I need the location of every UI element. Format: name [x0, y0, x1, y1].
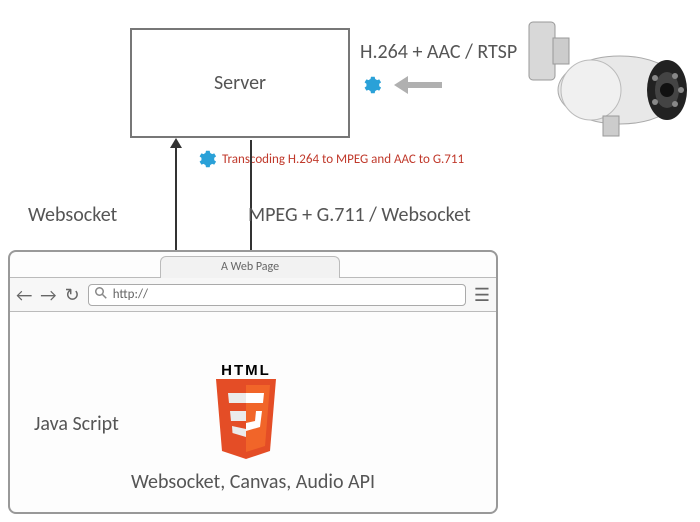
server-label: Server	[214, 71, 266, 95]
browser-tabbar: A Web Page	[10, 252, 496, 278]
transcoding-note: Transcoding H.264 to MPEG and AAC to G.7…	[222, 152, 464, 167]
camera-icon	[525, 20, 695, 155]
gear-icon	[360, 74, 382, 96]
forward-icon: →	[40, 284, 56, 306]
back-icon: ←	[16, 284, 32, 306]
javascript-label: Java Script	[34, 412, 119, 436]
gear-icon	[195, 148, 217, 170]
mpeg-label: MPEG + G.711 / Websocket	[248, 203, 471, 227]
websocket-label: Websocket	[28, 203, 117, 227]
reload-icon: ↻	[65, 284, 80, 306]
browser-tab: A Web Page	[160, 256, 340, 278]
arrow-left-icon	[394, 74, 442, 101]
address-bar: http://	[88, 284, 466, 306]
arrowhead-up-icon	[170, 138, 182, 148]
browser-toolbar: ← → ↻ http:// ☰	[10, 278, 496, 312]
server-box: Server	[130, 28, 350, 138]
bottom-apis-label: Websocket, Canvas, Audio API	[10, 470, 496, 494]
html5-logo: HTML	[210, 362, 282, 466]
search-icon	[95, 287, 107, 303]
camera-protocol-label: H.264 + AAC / RTSP	[360, 40, 517, 64]
menu-icon: ☰	[474, 284, 490, 306]
address-text: http://	[113, 287, 148, 302]
browser-body: Java Script HTML Websocket, Canvas, Audi…	[10, 312, 496, 512]
browser-window: A Web Page ← → ↻ http:// ☰ Java Script H…	[8, 250, 498, 514]
html5-text: HTML	[210, 362, 282, 379]
